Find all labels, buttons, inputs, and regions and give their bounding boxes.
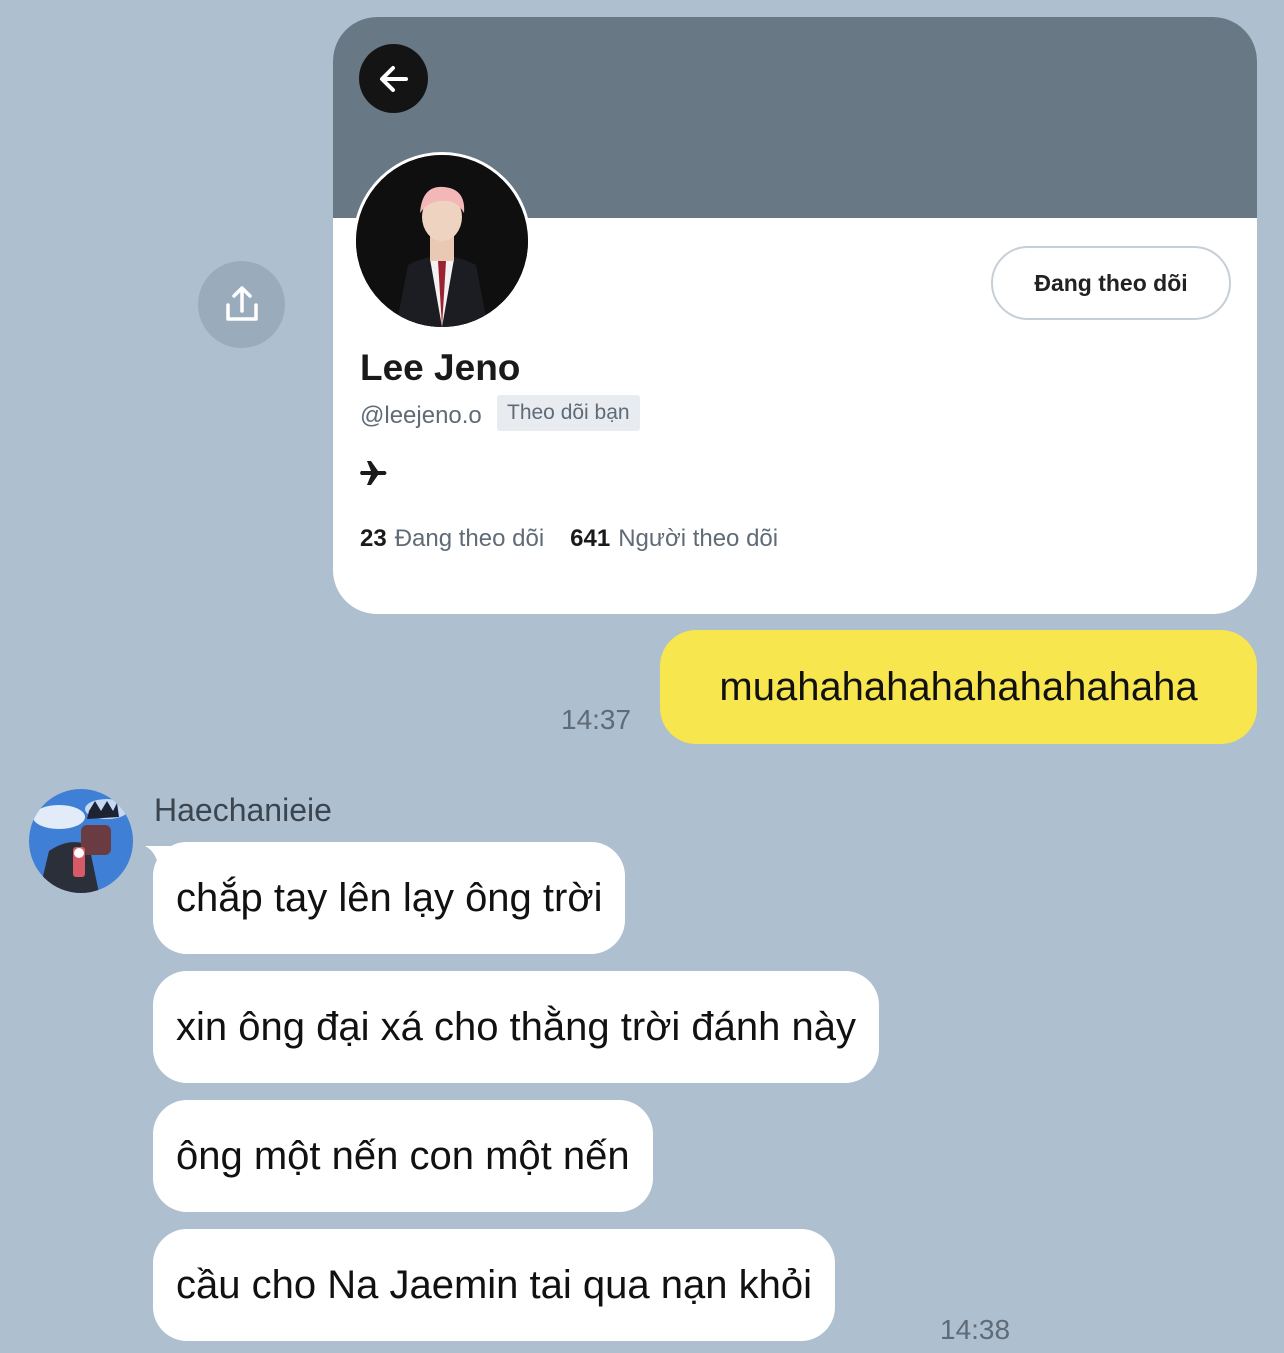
message-time: 14:38 (940, 1314, 1011, 1345)
following-count: 23 (360, 525, 387, 552)
profile-handle: @leejeno.o (360, 402, 482, 429)
sender-name: Haechanieie (154, 792, 332, 828)
profile-card[interactable]: Đang theo dõi Lee Jeno @leejeno.o Theo d… (333, 17, 1257, 614)
following-label: Đang theo dõi (394, 525, 545, 552)
following-button[interactable]: Đang theo dõi (991, 246, 1231, 320)
incoming-message-bubble[interactable]: cầu cho Na Jaemin tai qua nạn khỏi (153, 1229, 835, 1341)
followers-count: 641 (570, 525, 611, 552)
incoming-message-bubble[interactable]: chắp tay lên lạy ông trời (153, 842, 626, 954)
airplane-icon (360, 461, 387, 485)
follows-you-badge: Theo dõi bạn (497, 395, 640, 431)
share-icon (225, 285, 258, 321)
followers-label: Người theo dõi (618, 525, 779, 552)
sender-avatar[interactable] (29, 789, 133, 893)
incoming-message-bubble[interactable]: xin ông đại xá cho thằng trời đánh này (153, 971, 880, 1083)
back-button[interactable] (359, 44, 428, 113)
followers-stat[interactable]: 641 Người theo dõi (570, 525, 778, 552)
share-button[interactable] (198, 261, 285, 348)
profile-avatar[interactable] (353, 152, 531, 330)
profile-name: Lee Jeno (360, 347, 521, 388)
arrow-left-icon (379, 65, 408, 92)
incoming-message-bubble[interactable]: ông một nến con một nến (153, 1100, 653, 1212)
following-stat[interactable]: 23 Đang theo dõi (360, 525, 544, 552)
message-time: 14:37 (561, 704, 632, 735)
outgoing-message-bubble[interactable]: muahahahahahahahahaha (660, 630, 1257, 744)
profile-stats: 23 Đang theo dõi 641 Người theo dõi (360, 525, 778, 553)
